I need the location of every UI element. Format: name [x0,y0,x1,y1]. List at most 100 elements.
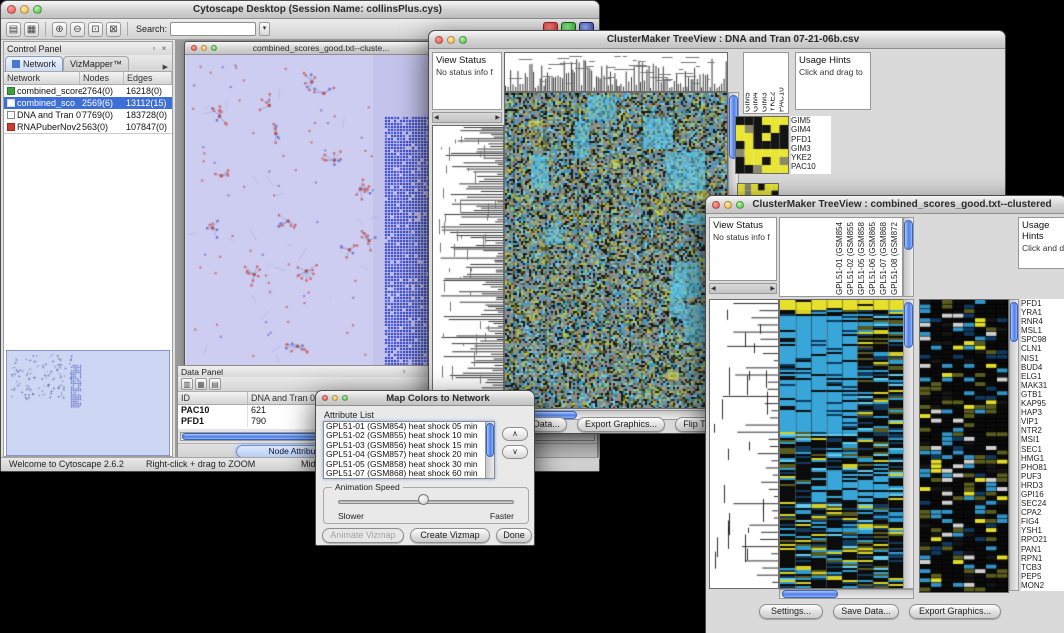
attribute-item[interactable]: GPL51-01 (GSM854) heat shock 05 min [324,422,485,431]
table-row[interactable]: combined_scores 2764(0) 16218(0) [4,85,172,97]
zoom-button[interactable] [736,201,744,209]
usage-hints-title: Usage Hints [796,53,870,66]
scroll-right-icon[interactable]: ▶ [770,285,775,292]
attribute-select-icon[interactable]: ▥ [181,378,193,390]
close-button[interactable] [322,395,328,401]
attribute-delete-icon[interactable]: ▤ [209,378,221,390]
search-dropdown-icon[interactable]: ▾ [259,22,270,36]
column-label: GIM3 [762,54,768,112]
table-row[interactable]: RNAPuberNov2 F 563(0) 107847(0) [4,121,172,133]
zoom-selected-icon[interactable]: ⊠ [106,22,121,37]
scrollbar-thumb[interactable] [904,220,913,250]
main-titlebar[interactable]: Cytoscape Desktop (Session Name: collins… [1,1,599,19]
attribute-item[interactable]: GPL51-07 (GSM868) heat shock 60 min [324,469,485,478]
table-row[interactable]: combined_sco 2569(6) 13112(15) [4,97,172,109]
zoom-fit-icon[interactable]: ⊡ [88,22,103,37]
network-view-titlebar[interactable]: combined_scores_good.txt--cluste... [185,42,431,55]
close-panel-icon[interactable]: × [159,44,169,53]
scroll-right-icon[interactable]: ▶ [495,114,500,121]
close-button[interactable] [7,5,16,14]
treeview2-titlebar[interactable]: ClusterMaker TreeView : combined_scores_… [706,196,1064,214]
minimize-button[interactable] [332,395,338,401]
create-vizmap-button[interactable]: Create Vizmap [410,528,490,543]
table-row[interactable]: DNA and Tran 07 7769(0) 183728(0) [4,109,172,121]
move-up-button[interactable]: ∧ [502,427,528,441]
tab-vizmapper[interactable]: VizMapper™ [63,56,129,71]
scrollbar-thumb[interactable] [782,590,838,598]
zoom-button[interactable] [33,5,42,14]
save-data-button[interactable]: Save Data... [833,604,899,619]
zoom-row-labels: GIM5GIM4PFD1GIM3YKE2PAC10 [791,116,831,174]
gene-dendrogram[interactable] [709,299,779,589]
window-controls [191,45,217,51]
export-graphics-button[interactable]: Export Graphics... [909,604,1001,619]
heatmap-zoom-view[interactable] [919,299,1009,593]
vertical-scrollbar[interactable] [903,299,914,589]
view-status-panel: View Status No status info f [709,217,777,281]
export-graphics-button[interactable]: Export Graphics... [577,417,665,432]
gene-label: HAP3 [1021,408,1064,417]
float-panel-icon[interactable]: ▫ [149,44,159,53]
gene-label: GTB1 [1021,390,1064,399]
horizontal-scrollbar[interactable]: ◀ ▶ [432,112,502,123]
dialog-titlebar[interactable]: Map Colors to Network [316,391,534,406]
tab-network[interactable]: Network [5,56,63,71]
array-dendrogram[interactable] [504,52,728,92]
horizontal-scrollbar[interactable] [779,589,914,599]
scroll-left-icon[interactable]: ◀ [711,285,716,292]
gene-label: TCB3 [1021,563,1064,572]
gene-label: YSH1 [1021,526,1064,535]
gene-label: PAC10 [791,162,831,171]
zoom-out-icon[interactable]: ⊖ [70,22,85,37]
heatmap-global-view[interactable] [504,92,728,409]
scrollbar-thumb[interactable] [904,302,913,348]
animate-vizmap-button[interactable]: Animate Vizmap [322,528,404,543]
settings-button[interactable]: Settings... [759,604,823,619]
import-network-icon[interactable]: ▦ [24,22,39,37]
speed-slider-thumb[interactable] [418,494,429,505]
move-down-button[interactable]: ∨ [502,445,528,459]
zoom-in-icon[interactable]: ⊕ [52,22,67,37]
scrollbar-thumb[interactable] [486,423,494,457]
tab-overflow-icon[interactable]: ▶ [160,63,171,71]
minimize-button[interactable] [20,5,29,14]
attribute-item[interactable]: GPL51-05 (GSM858) heat shock 30 min [324,460,485,469]
network-overview-canvas[interactable] [7,351,169,455]
open-session-icon[interactable]: ▤ [6,22,21,37]
minimize-button[interactable] [724,201,732,209]
network-icon [7,99,15,107]
data-panel-title: Data Panel [181,367,223,377]
gene-label: ELG1 [1021,372,1064,381]
gene-label: YKE2 [791,153,831,162]
minimize-button[interactable] [447,36,455,44]
heatmap-global-view[interactable] [779,299,905,589]
close-button[interactable] [191,45,197,51]
float-panel-icon[interactable]: ▫ [400,367,409,376]
vertical-scrollbar[interactable] [485,422,494,478]
network-view-canvas[interactable] [186,55,431,372]
vertical-scrollbar[interactable] [903,217,914,297]
gene-dendrogram[interactable] [432,125,504,411]
close-button[interactable] [435,36,443,44]
scrollbar-thumb[interactable] [1010,302,1018,342]
network-overview-panel[interactable] [6,350,170,456]
search-input[interactable] [170,22,256,36]
attribute-create-icon[interactable]: ▦ [195,378,207,390]
column-label: GPL51-06 (GSM865 [868,219,877,295]
zoom-button[interactable] [459,36,467,44]
gene-label: NIS1 [1021,354,1064,363]
attribute-item[interactable]: GPL51-02 (GSM855) heat shock 10 min [324,431,485,440]
usage-hints-text: Click and drag to [1019,242,1064,254]
network-view-window: combined_scores_good.txt--cluste... [184,41,432,373]
heatmap-zoom-view[interactable] [735,116,789,174]
done-button[interactable]: Done [496,528,532,543]
treeview1-titlebar[interactable]: ClusterMaker TreeView : DNA and Tran 07-… [429,31,1005,49]
scroll-left-icon[interactable]: ◀ [434,114,439,121]
vertical-scrollbar[interactable] [1009,299,1019,591]
close-button[interactable] [712,201,720,209]
minimize-button[interactable] [201,45,207,51]
attribute-item[interactable]: GPL51-03 (GSM856) heat shock 15 min [324,441,485,450]
usage-hints-panel: Usage Hints Click and drag to [1018,217,1064,269]
attribute-item[interactable]: GPL51-04 (GSM857) heat shock 20 min [324,450,485,459]
horizontal-scrollbar[interactable]: ◀ ▶ [709,283,777,294]
